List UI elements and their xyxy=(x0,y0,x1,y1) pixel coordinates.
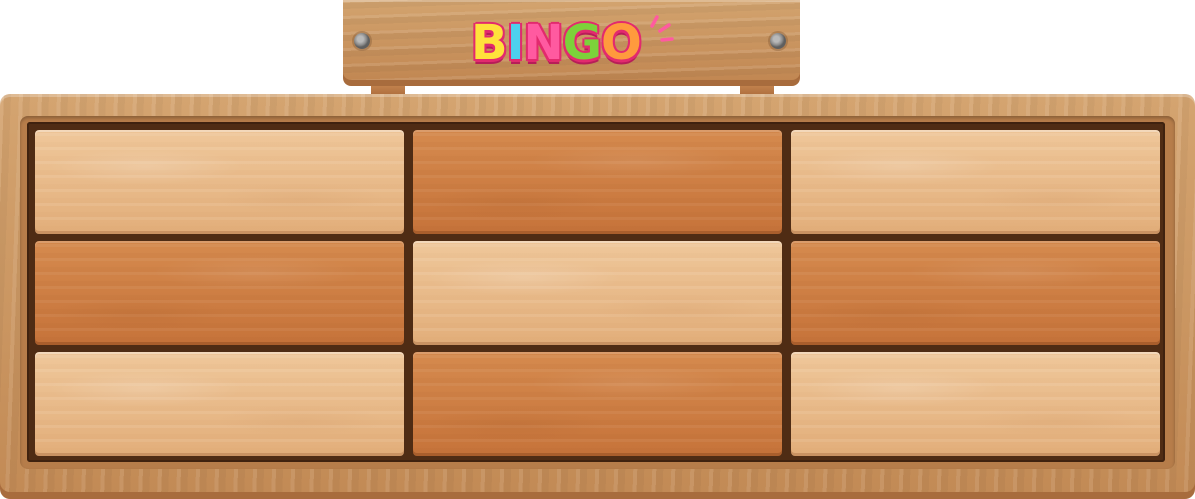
bingo-sign: BINGO xyxy=(343,0,800,86)
logo-letter-g: G xyxy=(562,15,603,71)
bingo-tile-r1c1[interactable] xyxy=(35,130,404,234)
bingo-tile-r3c2[interactable] xyxy=(413,352,782,456)
logo-letter-o: O xyxy=(600,15,643,71)
bingo-tile-r3c3[interactable] xyxy=(791,352,1160,456)
screw-icon xyxy=(354,33,370,49)
screw-icon xyxy=(770,33,786,49)
bingo-board xyxy=(0,94,1195,499)
logo-letter-n: N xyxy=(522,15,564,71)
bingo-tile-r1c3[interactable] xyxy=(791,130,1160,234)
board-inner xyxy=(27,122,1165,462)
bingo-tile-r1c2[interactable] xyxy=(413,130,782,234)
logo-letter-b: B xyxy=(470,15,509,71)
bingo-tile-r2c3[interactable] xyxy=(791,241,1160,345)
board-frame xyxy=(20,116,1175,469)
bingo-tile-r3c1[interactable] xyxy=(35,352,404,456)
bingo-tile-r2c1[interactable] xyxy=(35,241,404,345)
tile-grid xyxy=(35,130,1160,456)
sparkle-icon xyxy=(650,15,674,42)
bingo-logo-letters: BINGO xyxy=(470,15,643,71)
logo-letter-i: I xyxy=(506,15,526,71)
bingo-tile-r2c2[interactable] xyxy=(413,241,782,345)
bingo-logo: BINGO xyxy=(470,8,677,78)
